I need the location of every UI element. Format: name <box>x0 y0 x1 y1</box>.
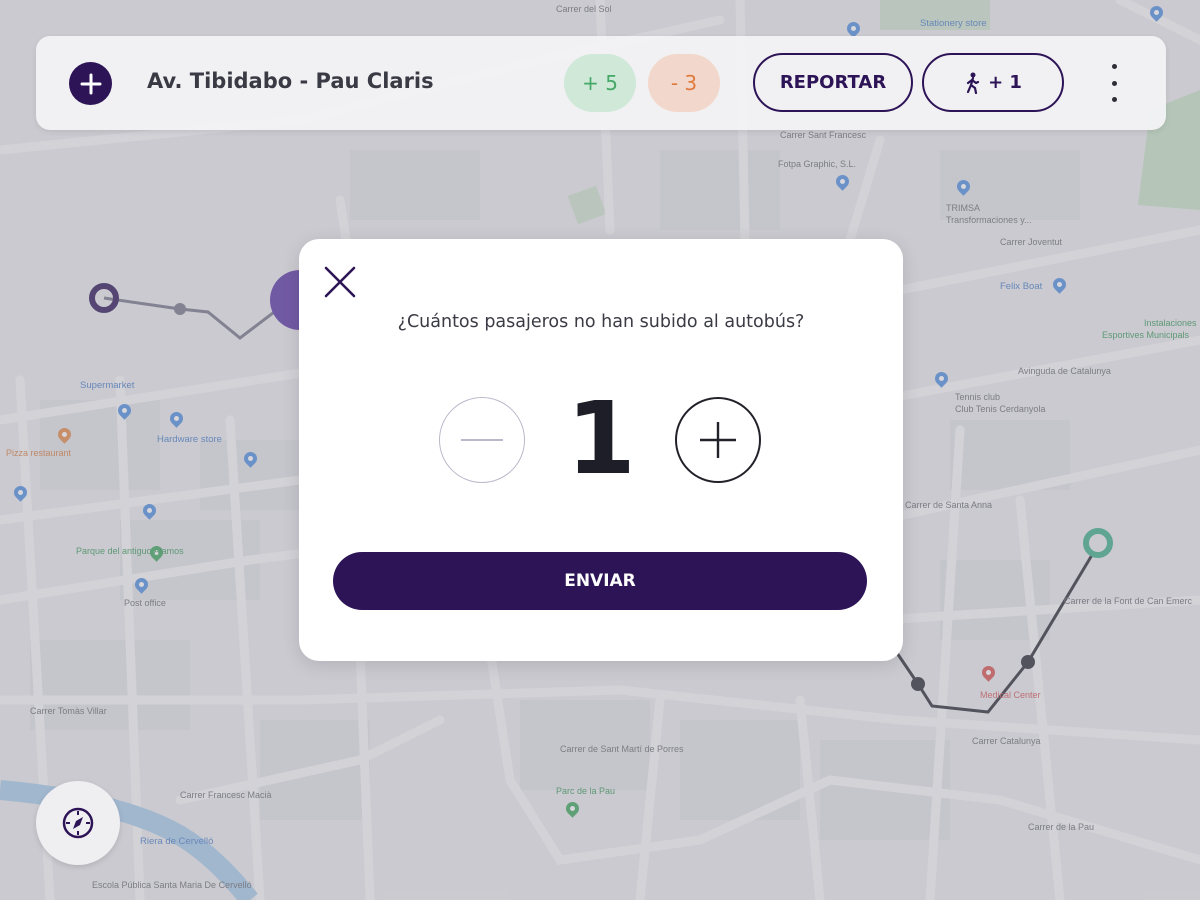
compass-button[interactable] <box>36 781 120 865</box>
missed-passengers-dialog: ¿Cuántos pasajeros no han subido al auto… <box>299 239 903 661</box>
passenger-count: 1 <box>566 380 636 497</box>
kebab-menu-icon[interactable] <box>1102 64 1126 102</box>
plus-icon <box>700 422 736 458</box>
report-button[interactable]: REPORTAR <box>753 53 913 112</box>
submit-button[interactable]: ENVIAR <box>333 552 867 610</box>
close-button[interactable] <box>323 265 357 299</box>
pedestrian-icon <box>966 72 980 94</box>
decrement-button[interactable] <box>439 397 525 483</box>
route-title: Av. Tibidabo - Pau Claris <box>147 69 434 93</box>
route-header: Av. Tibidabo - Pau Claris + 5 - 3 REPORT… <box>36 36 1166 130</box>
close-icon <box>324 266 356 298</box>
missed-count-badge[interactable]: - 3 <box>648 54 720 112</box>
dialog-question: ¿Cuántos pasajeros no han subido al auto… <box>397 312 805 332</box>
add-button[interactable] <box>69 62 112 105</box>
plus-icon <box>80 73 101 94</box>
add-walking-passenger-button[interactable]: + 1 <box>922 53 1064 112</box>
boarded-count-badge[interactable]: + 5 <box>564 54 636 112</box>
increment-button[interactable] <box>675 397 761 483</box>
minus-icon <box>461 439 503 441</box>
walker-count-label: + 1 <box>988 72 1022 93</box>
compass-icon <box>62 807 94 839</box>
